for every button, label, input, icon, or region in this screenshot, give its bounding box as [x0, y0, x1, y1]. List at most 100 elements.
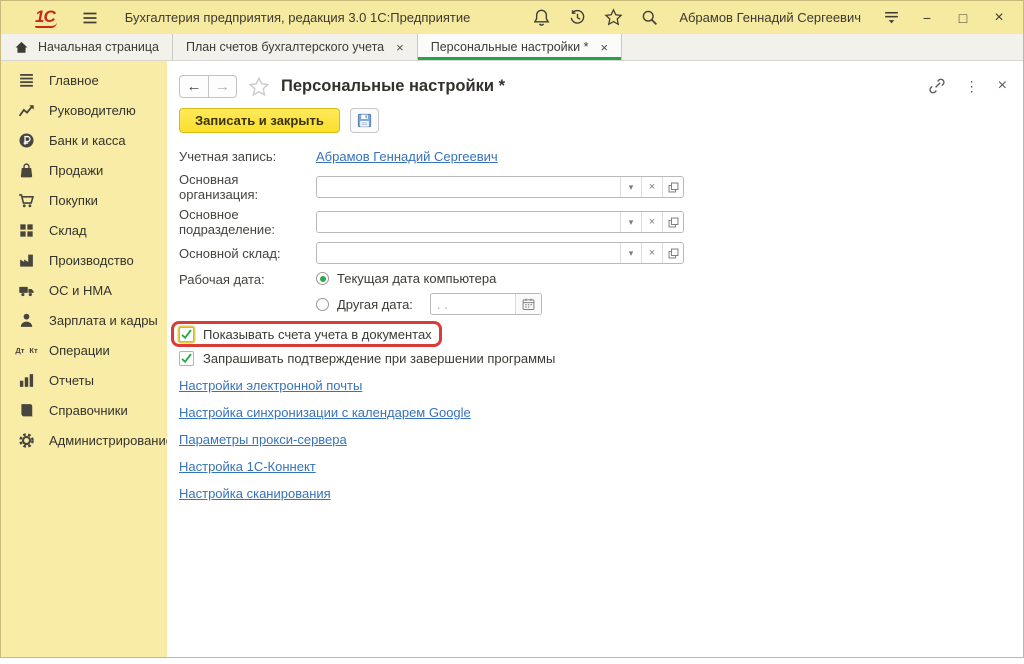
window-title: Бухгалтерия предприятия, редакция 3.0 1С… — [125, 10, 471, 25]
1c-connect-link[interactable]: Настройка 1С-Коннект — [179, 459, 316, 474]
proxy-server-link[interactable]: Параметры прокси-сервера — [179, 432, 347, 447]
sidebar-item-administration[interactable]: Администрирование — [1, 425, 167, 455]
minimize-button[interactable]: − — [917, 8, 937, 28]
sidebar-item-label: Склад — [49, 223, 87, 238]
clear-icon[interactable]: × — [641, 177, 662, 197]
sidebar-item-label: Операции — [49, 343, 110, 358]
bar-chart-icon — [17, 372, 36, 389]
title-bar: 1С Бухгалтерия предприятия, редакция 3.0… — [1, 1, 1023, 34]
page-title: Персональные настройки * — [281, 77, 505, 96]
dt-kt-icon: Дт Кт — [17, 347, 36, 354]
sidebar-item-label: Производство — [49, 253, 134, 268]
sidebar-item-operations[interactable]: Дт Кт Операции — [1, 335, 167, 365]
truck-icon — [17, 282, 36, 299]
notifications-bell-icon[interactable] — [531, 8, 551, 28]
search-icon[interactable] — [639, 8, 659, 28]
dropdown-icon[interactable]: ▾ — [620, 243, 641, 263]
tab-close-icon[interactable]: × — [396, 40, 404, 55]
main-organization-label: Основная организация: — [179, 172, 316, 202]
sidebar-item-salary-hr[interactable]: Зарплата и кадры — [1, 305, 167, 335]
kt-text: Кт — [29, 347, 37, 354]
dropdown-icon[interactable]: ▾ — [620, 177, 641, 197]
sidebar-item-manager[interactable]: Руководителю — [1, 95, 167, 125]
sidebar-item-label: Зарплата и кадры — [49, 313, 158, 328]
confirm-exit-checkbox-row[interactable]: Запрашивать подтверждение при завершении… — [179, 351, 555, 366]
sidebar-item-label: Администрирование — [49, 433, 173, 448]
add-favorite-star-icon[interactable] — [248, 76, 270, 98]
account-label: Учетная запись: — [179, 149, 316, 164]
checkbox-checked-icon[interactable] — [179, 351, 194, 366]
service-settings-menu-icon[interactable] — [881, 8, 901, 28]
sidebar-item-production[interactable]: Производство — [1, 245, 167, 275]
open-icon[interactable] — [662, 177, 683, 197]
dropdown-icon[interactable]: ▾ — [620, 212, 641, 232]
main-organization-input[interactable] — [317, 177, 620, 197]
sidebar-item-directories[interactable]: Справочники — [1, 395, 167, 425]
sidebar-item-fixed-assets[interactable]: ОС и НМА — [1, 275, 167, 305]
sections-sidebar: Главное Руководителю Банк и касса Продаж… — [1, 61, 167, 657]
open-icon[interactable] — [662, 243, 683, 263]
radio-other-date-label: Другая дата: — [337, 297, 413, 312]
working-date-row: Рабочая дата: Текущая дата компьютера Др… — [179, 269, 1023, 315]
radio-other-date[interactable]: Другая дата: — [316, 293, 542, 315]
forward-button[interactable]: → — [208, 76, 236, 97]
save-button[interactable] — [350, 108, 379, 133]
more-actions-kebab-icon[interactable]: ⋮ — [965, 78, 979, 95]
shopping-cart-icon — [17, 192, 36, 209]
sidebar-item-label: Руководителю — [49, 103, 136, 118]
main-warehouse-label: Основной склад: — [179, 246, 316, 261]
ruble-circle-icon — [17, 132, 36, 149]
save-and-close-button[interactable]: Записать и закрыть — [179, 108, 340, 133]
email-settings-link[interactable]: Настройки электронной почты — [179, 378, 362, 393]
close-form-icon[interactable]: × — [998, 77, 1007, 95]
sidebar-item-label: ОС и НМА — [49, 283, 112, 298]
radio-unselected-icon[interactable] — [316, 298, 329, 311]
main-organization-field: ▾ × — [316, 176, 684, 198]
tab-chart-of-accounts[interactable]: План счетов бухгалтерского учета × — [173, 34, 418, 60]
main-menu-hamburger-icon[interactable] — [81, 9, 99, 27]
clear-icon[interactable]: × — [641, 212, 662, 232]
history-icon[interactable] — [567, 8, 587, 28]
tab-close-icon[interactable]: × — [600, 40, 608, 55]
personal-settings-form: ← → Персональные настройки * ⋮ × Записат… — [167, 61, 1023, 657]
other-date-field — [430, 293, 542, 315]
get-link-icon[interactable] — [928, 77, 946, 95]
sidebar-item-bank-cash[interactable]: Банк и касса — [1, 125, 167, 155]
favorites-star-icon[interactable] — [603, 8, 623, 28]
radio-current-date[interactable]: Текущая дата компьютера — [316, 271, 542, 286]
other-date-input[interactable] — [431, 294, 515, 314]
checkbox-checked-icon[interactable] — [179, 327, 194, 342]
sidebar-item-label: Главное — [49, 73, 99, 88]
radio-selected-icon[interactable] — [316, 272, 329, 285]
main-warehouse-input[interactable] — [317, 243, 620, 263]
tab-home[interactable]: Начальная страница — [1, 34, 173, 60]
open-icon[interactable] — [662, 212, 683, 232]
tab-label: Персональные настройки * — [431, 40, 589, 54]
main-warehouse-row: Основной склад: ▾ × — [179, 242, 1023, 264]
show-accounts-checkbox-row[interactable]: Показывать счета учета в документах — [179, 327, 432, 342]
person-icon — [17, 312, 36, 329]
sidebar-item-main[interactable]: Главное — [1, 65, 167, 95]
confirm-exit-checkbox-label: Запрашивать подтверждение при завершении… — [203, 351, 555, 366]
scanning-settings-link[interactable]: Настройка сканирования — [179, 486, 331, 501]
sidebar-item-sales[interactable]: Продажи — [1, 155, 167, 185]
google-calendar-sync-link[interactable]: Настройка синхронизации с календарем Goo… — [179, 405, 471, 420]
back-button[interactable]: ← — [180, 76, 208, 97]
gear-icon — [17, 432, 36, 449]
account-user-link[interactable]: Абрамов Геннадий Сергеевич — [316, 149, 498, 164]
tab-label: Начальная страница — [38, 40, 159, 54]
current-user-name[interactable]: Абрамов Геннадий Сергеевич — [679, 10, 861, 25]
tab-personal-settings[interactable]: Персональные настройки * × — [418, 34, 622, 60]
sidebar-item-label: Отчеты — [49, 373, 94, 388]
book-icon — [17, 402, 36, 419]
sidebar-item-warehouse[interactable]: Склад — [1, 215, 167, 245]
sidebar-item-label: Банк и касса — [49, 133, 126, 148]
clear-icon[interactable]: × — [641, 243, 662, 263]
close-window-button[interactable]: × — [989, 8, 1009, 28]
sidebar-item-purchases[interactable]: Покупки — [1, 185, 167, 215]
sidebar-item-label: Покупки — [49, 193, 98, 208]
maximize-button[interactable]: □ — [953, 8, 973, 28]
calendar-icon[interactable] — [515, 294, 541, 314]
sidebar-item-reports[interactable]: Отчеты — [1, 365, 167, 395]
main-department-input[interactable] — [317, 212, 620, 232]
